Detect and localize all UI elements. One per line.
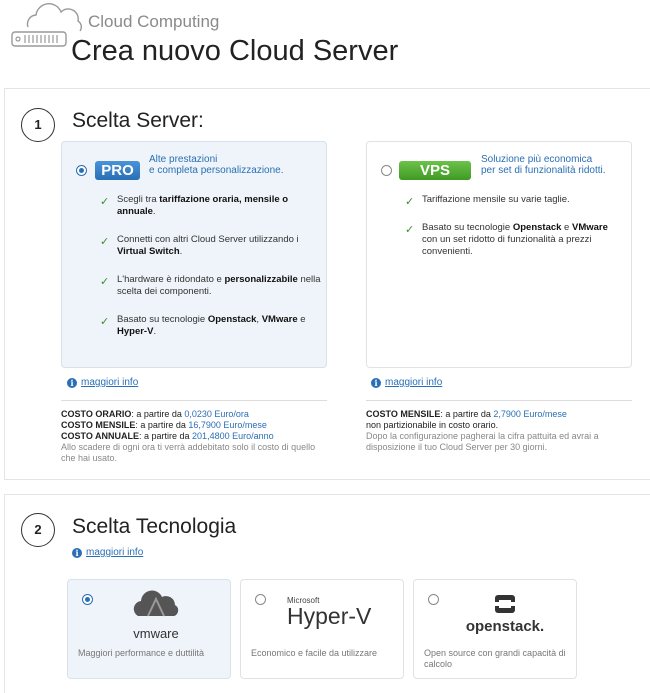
pro-desc-line1: Alte prestazioni [149,154,218,165]
openstack-radio[interactable] [428,594,439,605]
pro-pricing: COSTO ORARIO: a partire da 0,0230 Euro/o… [61,409,327,464]
vps-pricing: COSTO MENSILE: a partire da 2,7900 Euro/… [366,409,632,453]
tech-option-openstack[interactable]: openstack. Open source con grandi capaci… [413,579,577,679]
server-option-pro[interactable]: PRO Alte prestazioni e completa personal… [61,141,327,368]
vps-feature-list: ✓ Tariffazione mensile su varie taglie. ✓… [405,194,623,258]
pricing-line: COSTO MENSILE: a partire da 2,7900 Euro/… [366,409,567,419]
hyperv-description: Economico e facile da utilizzare [251,648,378,658]
feature-item: ✓ Connetti con altri Cloud Server utilizz… [100,234,299,257]
pro-desc-line2: e completa personalizzazione. [149,165,284,176]
feature-item: ✓ Basato su tecnologie Openstack e VMware… [405,222,608,257]
pro-more-info-link[interactable]: i maggiori info [67,377,138,388]
info-icon: i [371,378,381,388]
pro-radio[interactable] [76,165,87,176]
vmware-radio[interactable] [82,594,93,605]
info-icon: i [72,548,82,558]
check-icon: ✓ [100,276,110,288]
link-label: maggiori info [86,547,144,558]
feature-item: ✓ Scegli tra tariffazione oraria, mensile… [100,194,289,217]
link-label: maggiori info [385,377,443,388]
pricing-line: COSTO ORARIO: a partire da 0,0230 Euro/o… [61,409,249,419]
pro-feature-list: ✓ Scegli tra tariffazione oraria, mensile… [100,194,322,338]
check-icon: ✓ [100,316,110,328]
technology-more-info-link[interactable]: i maggiori info [72,547,143,558]
pricing-line: COSTO MENSILE: a partire da 16,7900 Euro… [61,420,267,430]
link-label: maggiori info [81,377,139,388]
section-title: Scelta Server: [72,109,204,132]
feature-item: ✓ Basato su tecnologie Openstack, VMware … [100,314,306,337]
divider [61,400,327,401]
divider [366,400,632,401]
vps-badge: VPS [399,161,471,180]
step-number: 1 [21,108,55,142]
vmware-logo: vmware [126,590,186,641]
section-title: Scelta Tecnologia [72,515,237,538]
info-icon: i [67,378,77,388]
tech-option-hyperv[interactable]: Microsoft Hyper-V Economico e facile da … [240,579,404,679]
pricing-note: Allo scadere di ogni ora ti verrà addebi… [61,442,316,463]
pricing-line: COSTO ANNUALE: a partire da 201,4800 Eur… [61,431,274,441]
vmware-cloud-icon [133,590,179,617]
hyperv-logo-text: Hyper-V [287,603,372,629]
check-icon: ✓ [405,224,415,236]
openstack-description: Open source con grandi capacità di calco… [424,648,566,669]
server-choice-section: 1 Scelta Server: PRO Alte prestazioni e … [4,88,650,480]
step-number: 2 [21,513,55,547]
pro-badge: PRO [95,161,140,180]
page-title: Crea nuovo Cloud Server [71,35,399,67]
server-option-vps[interactable]: VPS Soluzione più economica per set di f… [366,141,632,368]
vps-more-info-link[interactable]: i maggiori info [371,377,442,388]
hyperv-radio[interactable] [255,594,266,605]
hyperv-logo: Microsoft Hyper-V [287,596,371,628]
check-icon: ✓ [100,236,110,248]
page-header: Cloud Computing Crea nuovo Cloud Server [0,0,650,80]
vps-radio[interactable] [381,165,392,176]
brand-name: Cloud Computing [88,12,220,31]
vps-desc-line2: per set di funzionalità ridotti. [481,165,606,176]
openstack-logo: openstack. [460,594,550,635]
feature-item: ✓ Tariffazione mensile su varie taglie. [405,194,570,208]
vps-description: Soluzione più economica per set di funzi… [481,154,606,176]
check-icon: ✓ [405,196,415,208]
feature-item: ✓ L'hardware è ridondato e personalizzabi… [100,274,321,297]
vmware-description: Maggiori performance e duttilità [78,648,205,658]
openstack-logo-text: openstack. [465,618,545,635]
pricing-line: non partizionabile in costo orario. [366,420,499,430]
pricing-note: Dopo la configurazione pagherai la cifra… [366,431,599,452]
tech-option-vmware[interactable]: vmware Maggiori performance e duttilità [67,579,231,679]
pro-description: Alte prestazioni e completa personalizza… [149,154,284,176]
check-icon: ✓ [100,196,110,208]
vmware-logo-text: vmware [133,626,179,641]
openstack-icon [494,595,516,613]
technology-choice-section: 2 Scelta Tecnologia i maggiori info vmwar… [4,494,650,693]
vps-desc-line1: Soluzione più economica [481,154,593,165]
